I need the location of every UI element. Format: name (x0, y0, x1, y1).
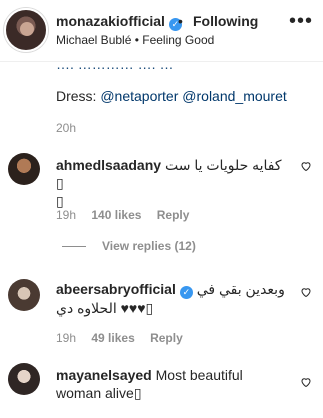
profile-avatar[interactable] (4, 8, 48, 52)
like-heart-icon[interactable] (300, 160, 312, 172)
view-replies-line (62, 246, 86, 248)
like-heart-icon[interactable] (300, 286, 312, 298)
reply-button[interactable]: Reply (157, 208, 190, 222)
mention-netaporter[interactable]: @netaporter (100, 88, 178, 104)
comment-meta: 19h 49 likes Reply (56, 331, 183, 345)
post-author-username[interactable]: monazakiofficial ✓ (56, 13, 182, 31)
comment-body: ahmedlsaadany كفايه حلويات يا ست ▯ ▯ (56, 156, 286, 210)
mention-roland-mouret[interactable]: @roland_mouret (182, 88, 287, 104)
reply-button[interactable]: Reply (150, 331, 183, 345)
comment-username[interactable]: abeersabryofficial ✓ (56, 281, 193, 299)
comment-text-line2: الحلاوه دي ♥♥♥▯ (56, 300, 154, 316)
comment-body: abeersabryofficial ✓ وبعدين بقي في الحلاو… (56, 280, 286, 317)
comment-emoji: ▯ (56, 175, 64, 191)
view-replies-label: View replies (12) (102, 239, 196, 253)
post-header: monazakiofficial ✓ • Following Michael Bu… (0, 0, 323, 62)
verified-badge-icon: ✓ (179, 286, 193, 299)
comment-text: كفايه حلويات يا ست (164, 157, 282, 173)
comment-body: mayanelsayed Most beautiful woman alive▯ (56, 366, 286, 402)
dress-label: Dress: (56, 88, 97, 104)
caption-dress-line: Dress: @netaporter @roland_mouret (56, 88, 287, 104)
following-button[interactable]: Following (193, 13, 258, 29)
comment-likes[interactable]: 49 likes (91, 331, 134, 345)
comment-text-line2: woman alive▯ (56, 385, 142, 401)
comment-username[interactable]: mayanelsayed (56, 367, 152, 383)
comment-text-line2: ▯ (56, 193, 64, 209)
comment-text: Most beautiful (155, 367, 243, 383)
view-replies-button[interactable]: View replies (12) (62, 239, 196, 253)
comment-time[interactable]: 19h (56, 208, 76, 222)
commenter-avatar[interactable] (8, 363, 40, 395)
audio-subtitle[interactable]: Michael Bublé • Feeling Good (56, 33, 214, 47)
more-options-icon[interactable]: ••• (289, 10, 313, 33)
comment-text: وبعدين بقي في (196, 281, 285, 297)
commenter-avatar[interactable] (8, 279, 40, 311)
caption-timestamp[interactable]: 20h (56, 121, 76, 135)
header-separator: • (178, 13, 183, 29)
comment-username[interactable]: ahmedlsaadany (56, 157, 161, 173)
comment-meta: 19h 140 likes Reply (56, 208, 189, 222)
comment-time[interactable]: 19h (56, 331, 76, 345)
like-heart-icon[interactable] (300, 376, 312, 388)
commenter-avatar[interactable] (8, 153, 40, 185)
comment-likes[interactable]: 140 likes (91, 208, 141, 222)
